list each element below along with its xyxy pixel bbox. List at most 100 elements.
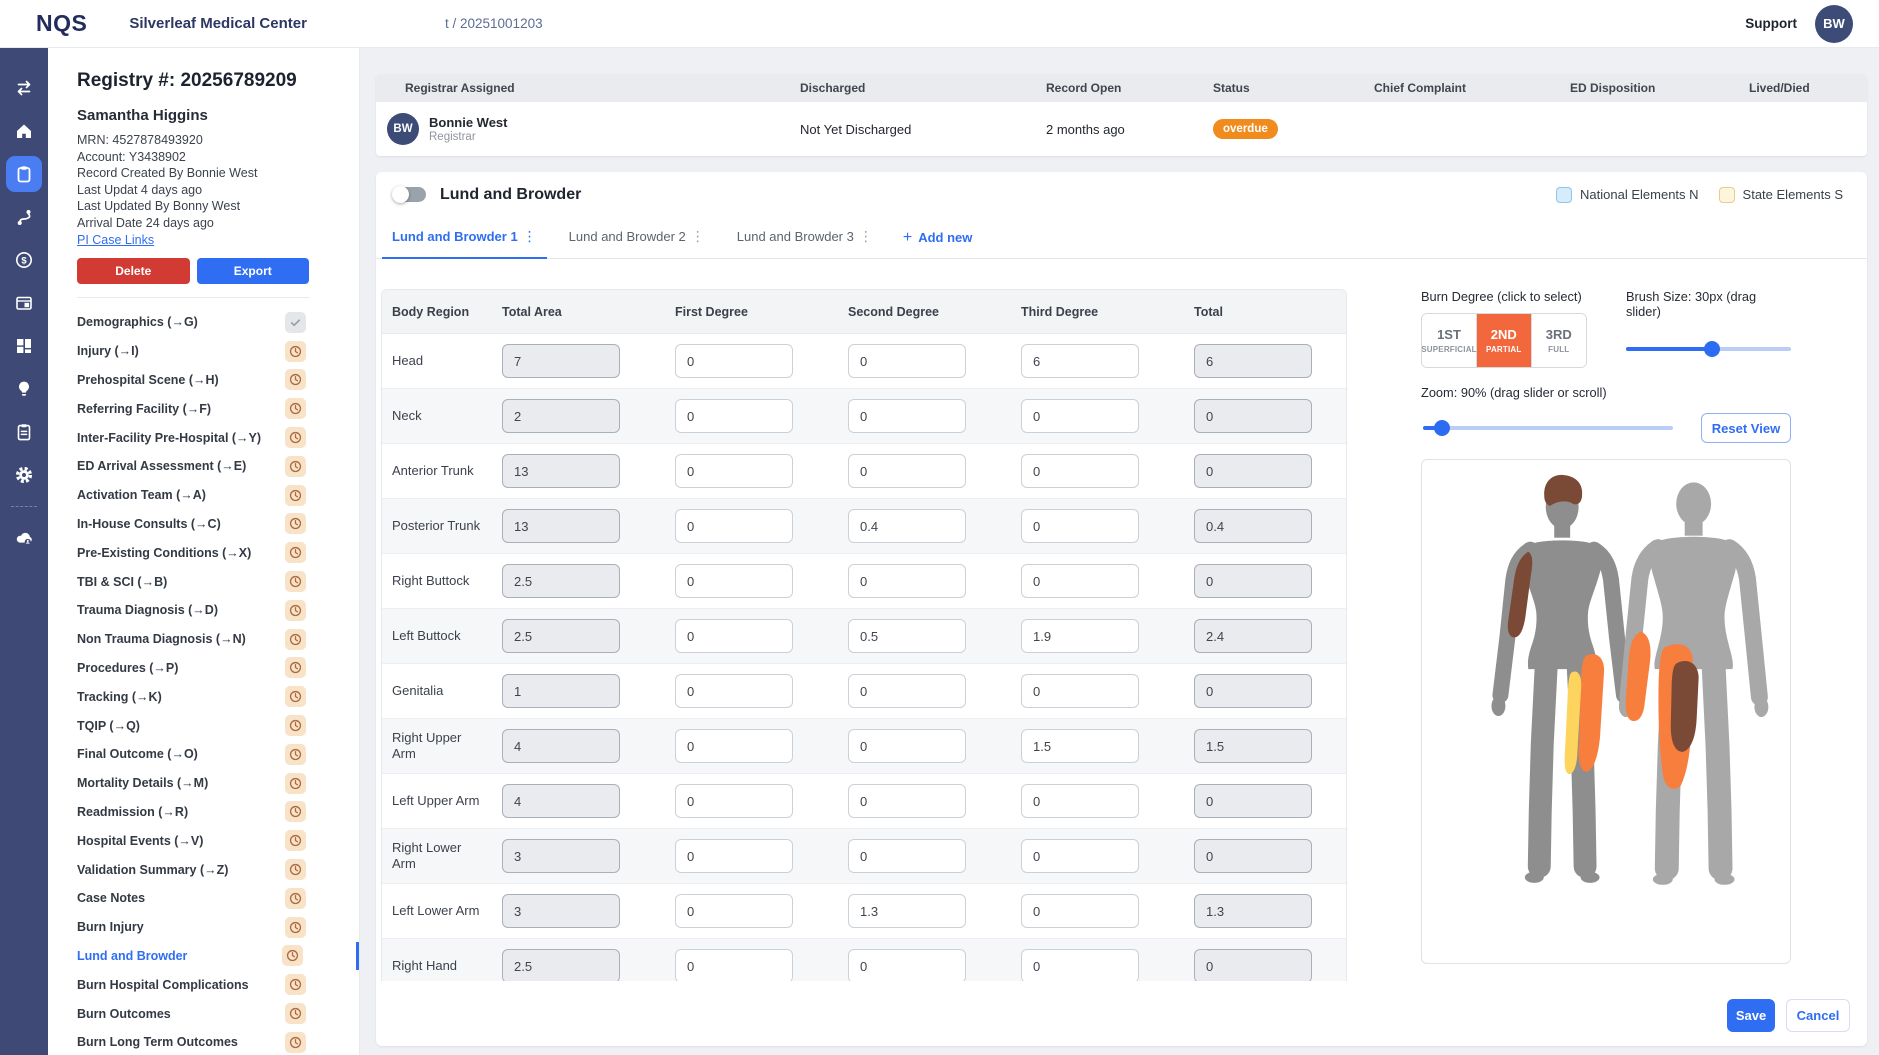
user-avatar[interactable]: BW	[1815, 5, 1853, 43]
sidebar-item[interactable]: Pre-Existing Conditions (→X)	[77, 538, 359, 567]
sidebar-item[interactable]: Lund and Browder	[77, 942, 359, 971]
tab-menu-icon[interactable]: ⋮	[523, 228, 537, 245]
sidebar-item[interactable]: ED Arrival Assessment (→E)	[77, 452, 359, 481]
dollar-icon[interactable]: $	[12, 248, 36, 272]
input-third[interactable]	[1021, 454, 1139, 488]
input-third[interactable]	[1021, 399, 1139, 433]
tasks-icon[interactable]	[12, 420, 36, 444]
input-third[interactable]	[1021, 894, 1139, 928]
input-first[interactable]	[675, 454, 793, 488]
sidebar-item[interactable]: Tracking (→K)	[77, 682, 359, 711]
lightbulb-icon[interactable]	[12, 377, 36, 401]
tab-menu-icon[interactable]: ⋮	[859, 228, 873, 245]
pi-case-links[interactable]: PI Case Links	[77, 233, 154, 247]
sidebar-item[interactable]: Trauma Diagnosis (→D)	[77, 596, 359, 625]
blocks-icon[interactable]	[12, 334, 36, 358]
sidebar-item[interactable]: Activation Team (→A)	[77, 481, 359, 510]
sidebar-item[interactable]: Readmission (→R)	[77, 798, 359, 827]
section-toggle[interactable]	[392, 186, 426, 203]
input-first[interactable]	[675, 509, 793, 543]
input-third[interactable]	[1021, 619, 1139, 653]
sidebar-item[interactable]: Demographics (→G)	[77, 308, 359, 337]
sidebar-item[interactable]: Burn Outcomes	[77, 999, 359, 1028]
national-elements-checkbox[interactable]: National Elements N	[1556, 187, 1699, 203]
sidebar-item[interactable]: Burn Injury	[77, 913, 359, 942]
sidebar-item[interactable]: Non Trauma Diagnosis (→N)	[77, 625, 359, 654]
export-button[interactable]: Export	[197, 258, 310, 284]
input-third[interactable]	[1021, 674, 1139, 708]
degree-button-1st[interactable]: 1STSUPERFICIAL	[1422, 314, 1477, 367]
input-second[interactable]	[848, 454, 966, 488]
input-third[interactable]	[1021, 509, 1139, 543]
card-icon[interactable]	[12, 291, 36, 315]
input-first[interactable]	[675, 674, 793, 708]
degree-button-3rd[interactable]: 3RDFULL	[1532, 314, 1587, 367]
input-first[interactable]	[675, 564, 793, 598]
input-third[interactable]	[1021, 344, 1139, 378]
route-icon[interactable]	[12, 205, 36, 229]
input-second[interactable]	[848, 894, 966, 928]
sidebar-item[interactable]: Final Outcome (→O)	[77, 740, 359, 769]
input-first[interactable]	[675, 729, 793, 763]
input-second[interactable]	[848, 564, 966, 598]
input-third[interactable]	[1021, 839, 1139, 873]
input-third[interactable]	[1021, 564, 1139, 598]
input-second[interactable]	[848, 729, 966, 763]
sidebar-item[interactable]: Hospital Events (→V)	[77, 826, 359, 855]
zoom-slider-thumb[interactable]	[1434, 420, 1450, 436]
brush-slider-thumb[interactable]	[1704, 341, 1720, 357]
input-first[interactable]	[675, 399, 793, 433]
input-second[interactable]	[848, 399, 966, 433]
app-logo[interactable]: NQS	[36, 10, 87, 37]
input-first[interactable]	[675, 894, 793, 928]
home-icon[interactable]	[12, 119, 36, 143]
sidebar-item[interactable]: TQIP (→Q)	[77, 711, 359, 740]
state-checkbox-icon[interactable]	[1719, 187, 1735, 203]
input-second[interactable]	[848, 509, 966, 543]
input-third[interactable]	[1021, 729, 1139, 763]
input-first[interactable]	[675, 344, 793, 378]
gear-icon[interactable]	[12, 463, 36, 487]
input-second[interactable]	[848, 949, 966, 981]
clipboard-icon[interactable]	[6, 156, 42, 192]
input-second[interactable]	[848, 674, 966, 708]
zoom-slider[interactable]	[1423, 420, 1673, 436]
tab-lund-browder-3[interactable]: Lund and Browder 3⋮	[727, 217, 883, 259]
sidebar-item[interactable]: Prehospital Scene (→H)	[77, 366, 359, 395]
add-new-tab-button[interactable]: +Add new	[903, 229, 973, 247]
sidebar-item[interactable]: Procedures (→P)	[77, 654, 359, 683]
support-link[interactable]: Support	[1745, 16, 1797, 31]
input-second[interactable]	[848, 619, 966, 653]
state-elements-checkbox[interactable]: State Elements S	[1719, 187, 1843, 203]
body-diagram-canvas[interactable]	[1421, 459, 1791, 964]
sidebar-item[interactable]: Case Notes	[77, 884, 359, 913]
sidebar-item[interactable]: Inter-Facility Pre-Hospital (→Y)	[77, 423, 359, 452]
input-second[interactable]	[848, 839, 966, 873]
sidebar-item[interactable]: In-House Consults (→C)	[77, 510, 359, 539]
brush-size-slider[interactable]	[1626, 341, 1791, 357]
input-second[interactable]	[848, 784, 966, 818]
degree-button-2nd[interactable]: 2NDPARTIAL	[1477, 314, 1532, 367]
national-checkbox-icon[interactable]	[1556, 187, 1572, 203]
sidebar-item[interactable]: Mortality Details (→M)	[77, 769, 359, 798]
input-first[interactable]	[675, 619, 793, 653]
tab-menu-icon[interactable]: ⋮	[691, 228, 705, 245]
delete-button[interactable]: Delete	[77, 258, 190, 284]
tab-lund-browder-2[interactable]: Lund and Browder 2⋮	[559, 217, 715, 259]
input-first[interactable]	[675, 839, 793, 873]
reset-view-button[interactable]: Reset View	[1701, 413, 1791, 443]
input-second[interactable]	[848, 344, 966, 378]
input-third[interactable]	[1021, 784, 1139, 818]
sidebar-item[interactable]: Injury (→I)	[77, 337, 359, 366]
sidebar-item[interactable]: Referring Facility (→F)	[77, 394, 359, 423]
input-first[interactable]	[675, 784, 793, 818]
sidebar-item[interactable]: Burn Long Term Outcomes	[77, 1028, 359, 1055]
tab-lund-browder-1[interactable]: Lund and Browder 1⋮	[382, 217, 547, 259]
sidebar-item[interactable]: TBI & SCI (→B)	[77, 567, 359, 596]
input-first[interactable]	[675, 949, 793, 981]
cancel-button[interactable]: Cancel	[1786, 999, 1850, 1032]
transfer-icon[interactable]	[12, 76, 36, 100]
save-button[interactable]: Save	[1727, 999, 1775, 1032]
sidebar-item[interactable]: Validation Summary (→Z)	[77, 855, 359, 884]
sidebar-item[interactable]: Burn Hospital Complications	[77, 970, 359, 999]
